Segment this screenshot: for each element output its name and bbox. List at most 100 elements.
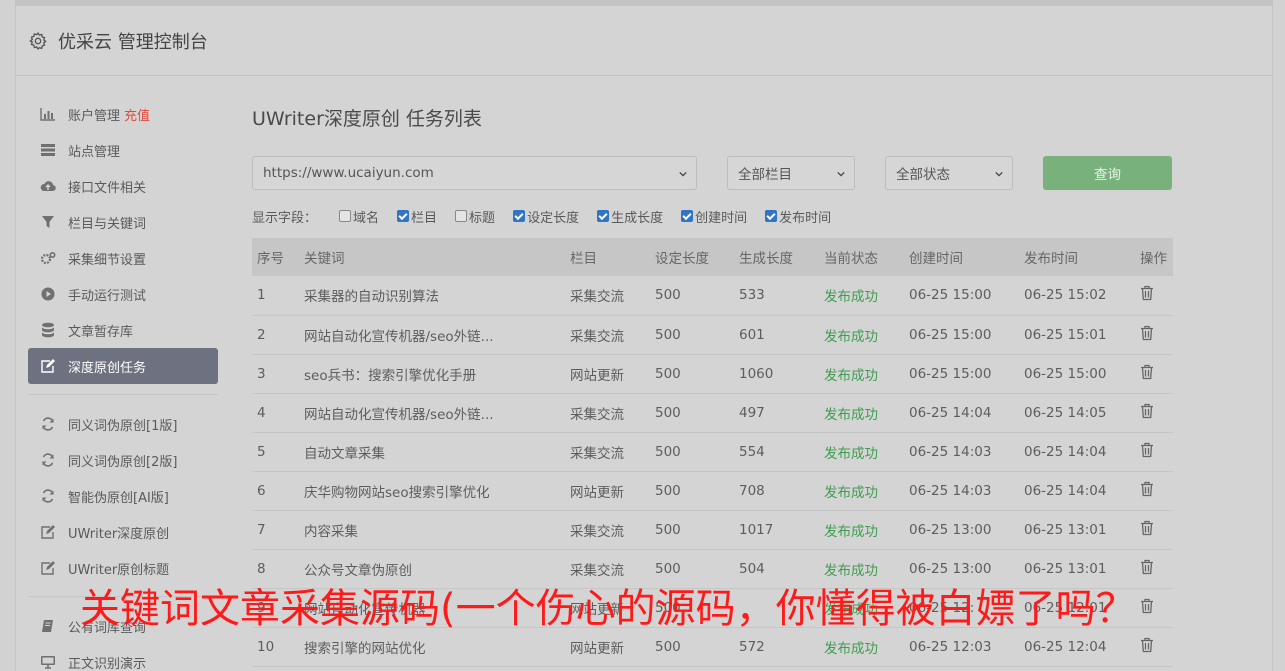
field-checkbox-label: 发布时间 — [779, 210, 832, 226]
table-cell: 内容采集 — [299, 510, 565, 550]
sidebar-item[interactable]: 账户管理 充值 — [28, 96, 218, 132]
delete-button[interactable] — [1135, 315, 1173, 355]
trash-icon[interactable] — [1140, 637, 1154, 657]
table-cell: 500 — [650, 354, 734, 394]
table-cell: 06-25 13:00 — [904, 510, 1019, 550]
column-header: 设定长度 — [650, 238, 734, 276]
server-icon — [39, 142, 57, 158]
table-row: 4 网站自动化宣传机器/seo外链... 采集交流 500 497 发布成功 06-25 1… — [252, 393, 1173, 433]
field-checkbox-label: 设定长度 — [527, 210, 580, 226]
table-cell: 06-25 14:04 — [1019, 471, 1135, 511]
table-row: 7 内容采集 采集交流 500 1017 发布成功 06-25 13:00 06-25 13:… — [252, 510, 1173, 550]
site-select[interactable]: https://www.ucaiyun.com — [252, 156, 697, 190]
sidebar-item-label: UWriter原创标题 — [68, 562, 170, 578]
table-cell: 2 — [252, 315, 299, 355]
field-checkbox[interactable]: 栏目 — [397, 207, 437, 226]
trash-icon[interactable] — [1140, 325, 1154, 345]
sidebar-item[interactable]: 手动运行测试 — [28, 276, 218, 312]
status-select-value: 全部状态 — [896, 167, 950, 183]
display-fields-label: 显示字段： — [252, 210, 318, 226]
field-checkbox[interactable]: 标题 — [455, 207, 495, 226]
table-cell: 497 — [734, 393, 819, 433]
delete-button[interactable] — [1135, 627, 1173, 667]
table-cell: 发布成功 — [819, 471, 904, 511]
sidebar-item[interactable]: 智能伪原创[AI版] — [28, 478, 218, 514]
chevron-down-icon — [995, 171, 1003, 177]
sidebar-item[interactable]: 采集细节设置 — [28, 240, 218, 276]
trash-icon[interactable] — [1140, 520, 1154, 540]
column-select[interactable]: 全部栏目 — [727, 156, 855, 190]
delete-button[interactable] — [1135, 510, 1173, 550]
site-select-value: https://www.ucaiyun.com — [263, 165, 434, 181]
field-checkbox-label: 栏目 — [411, 210, 438, 226]
sidebar-item-label: UWriter深度原创 — [68, 526, 170, 542]
sidebar-item[interactable]: UWriter深度原创 — [28, 514, 218, 550]
delete-button[interactable] — [1135, 354, 1173, 394]
table-cell: 网站更新 — [565, 471, 650, 511]
trash-icon[interactable] — [1140, 286, 1154, 305]
field-checkbox[interactable]: 设定长度 — [513, 207, 579, 226]
field-checkbox[interactable]: 域名 — [339, 207, 379, 226]
delete-button[interactable] — [1135, 549, 1173, 589]
checkbox-checked-icon[interactable] — [397, 210, 410, 222]
table-cell: 06-25 15:01 — [1019, 315, 1135, 355]
sidebar-item[interactable]: 同义词伪原创[1版] — [28, 406, 218, 442]
sidebar-item-label: 同义词伪原创[1版] — [68, 418, 178, 434]
delete-button[interactable] — [1135, 393, 1173, 433]
field-checkbox[interactable]: 创建时间 — [681, 207, 747, 226]
sidebar-item-label: 智能伪原创[AI版] — [68, 490, 169, 506]
sidebar-item[interactable]: 文章暂存库 — [28, 312, 218, 348]
field-checkbox[interactable]: 生成长度 — [597, 207, 663, 226]
main-content: UWriter深度原创 任务列表 https://www.ucaiyun.com… — [252, 104, 1173, 667]
query-button[interactable]: 查询 — [1043, 156, 1172, 190]
recharge-link[interactable]: 充值 — [124, 105, 150, 124]
checkbox-checked-icon[interactable] — [681, 210, 694, 222]
column-header: 操作 — [1135, 238, 1173, 276]
table-row: 2 网站自动化宣传机器/seo外链... 采集交流 500 601 发布成功 06-25 1… — [252, 315, 1173, 355]
delete-button[interactable] — [1135, 432, 1173, 472]
delete-button[interactable] — [1135, 276, 1173, 316]
chevron-down-icon — [679, 171, 687, 177]
table-cell: 4 — [252, 393, 299, 433]
bar-chart-icon — [39, 106, 57, 122]
table-cell: 6 — [252, 471, 299, 511]
trash-icon[interactable] — [1140, 364, 1154, 384]
table-cell: 500 — [650, 393, 734, 433]
refresh-icon — [39, 488, 57, 504]
field-checkbox-label: 标题 — [469, 210, 496, 226]
trash-icon[interactable] — [1140, 559, 1154, 579]
sidebar-item[interactable]: 站点管理 — [28, 132, 218, 168]
checkbox-checked-icon[interactable] — [597, 210, 610, 222]
trash-icon[interactable] — [1140, 481, 1154, 501]
table-cell: 06-25 14:04 — [1019, 432, 1135, 472]
table-cell: 06-25 15:00 — [904, 354, 1019, 394]
checkbox-checked-icon[interactable] — [513, 210, 526, 222]
table-cell: 采集交流 — [565, 393, 650, 433]
table-cell: 网站自动化宣传机器/seo外链... — [299, 315, 565, 355]
console-frame: 优采云 管理控制台 账户管理 充值 站点管理 接口文件相关 栏目与关键词 采集细节设置 手动… — [15, 6, 1273, 671]
sidebar-item[interactable]: 同义词伪原创[2版] — [28, 442, 218, 478]
table-cell: 发布成功 — [819, 432, 904, 472]
checkbox-unchecked-icon[interactable] — [339, 210, 352, 222]
checkbox-unchecked-icon[interactable] — [455, 210, 468, 222]
sidebar-item[interactable]: 栏目与关键词 — [28, 204, 218, 240]
delete-button[interactable] — [1135, 588, 1173, 628]
table-cell: 533 — [734, 276, 819, 316]
sidebar-item[interactable]: 接口文件相关 — [28, 168, 218, 204]
table-cell: 3 — [252, 354, 299, 394]
column-header: 序号 — [252, 238, 299, 276]
delete-button[interactable] — [1135, 471, 1173, 511]
sidebar-item[interactable]: 深度原创任务 — [28, 348, 218, 384]
sidebar-item[interactable]: 正文识别演示 — [28, 644, 218, 671]
field-checkbox[interactable]: 发布时间 — [765, 207, 831, 226]
header: 优采云 管理控制台 — [16, 6, 1272, 76]
table-cell: 采集交流 — [565, 510, 650, 550]
trash-icon[interactable] — [1140, 598, 1154, 618]
trash-icon[interactable] — [1140, 442, 1154, 462]
table-row: 6 庆华购物网站seo搜索引擎优化 网站更新 500 708 发布成功 06-25 14:0… — [252, 471, 1173, 511]
trash-icon[interactable] — [1140, 403, 1154, 423]
status-select[interactable]: 全部状态 — [885, 156, 1013, 190]
field-checkbox-label: 创建时间 — [695, 210, 748, 226]
sidebar-item-label: 文章暂存库 — [68, 324, 134, 340]
checkbox-checked-icon[interactable] — [765, 210, 778, 222]
